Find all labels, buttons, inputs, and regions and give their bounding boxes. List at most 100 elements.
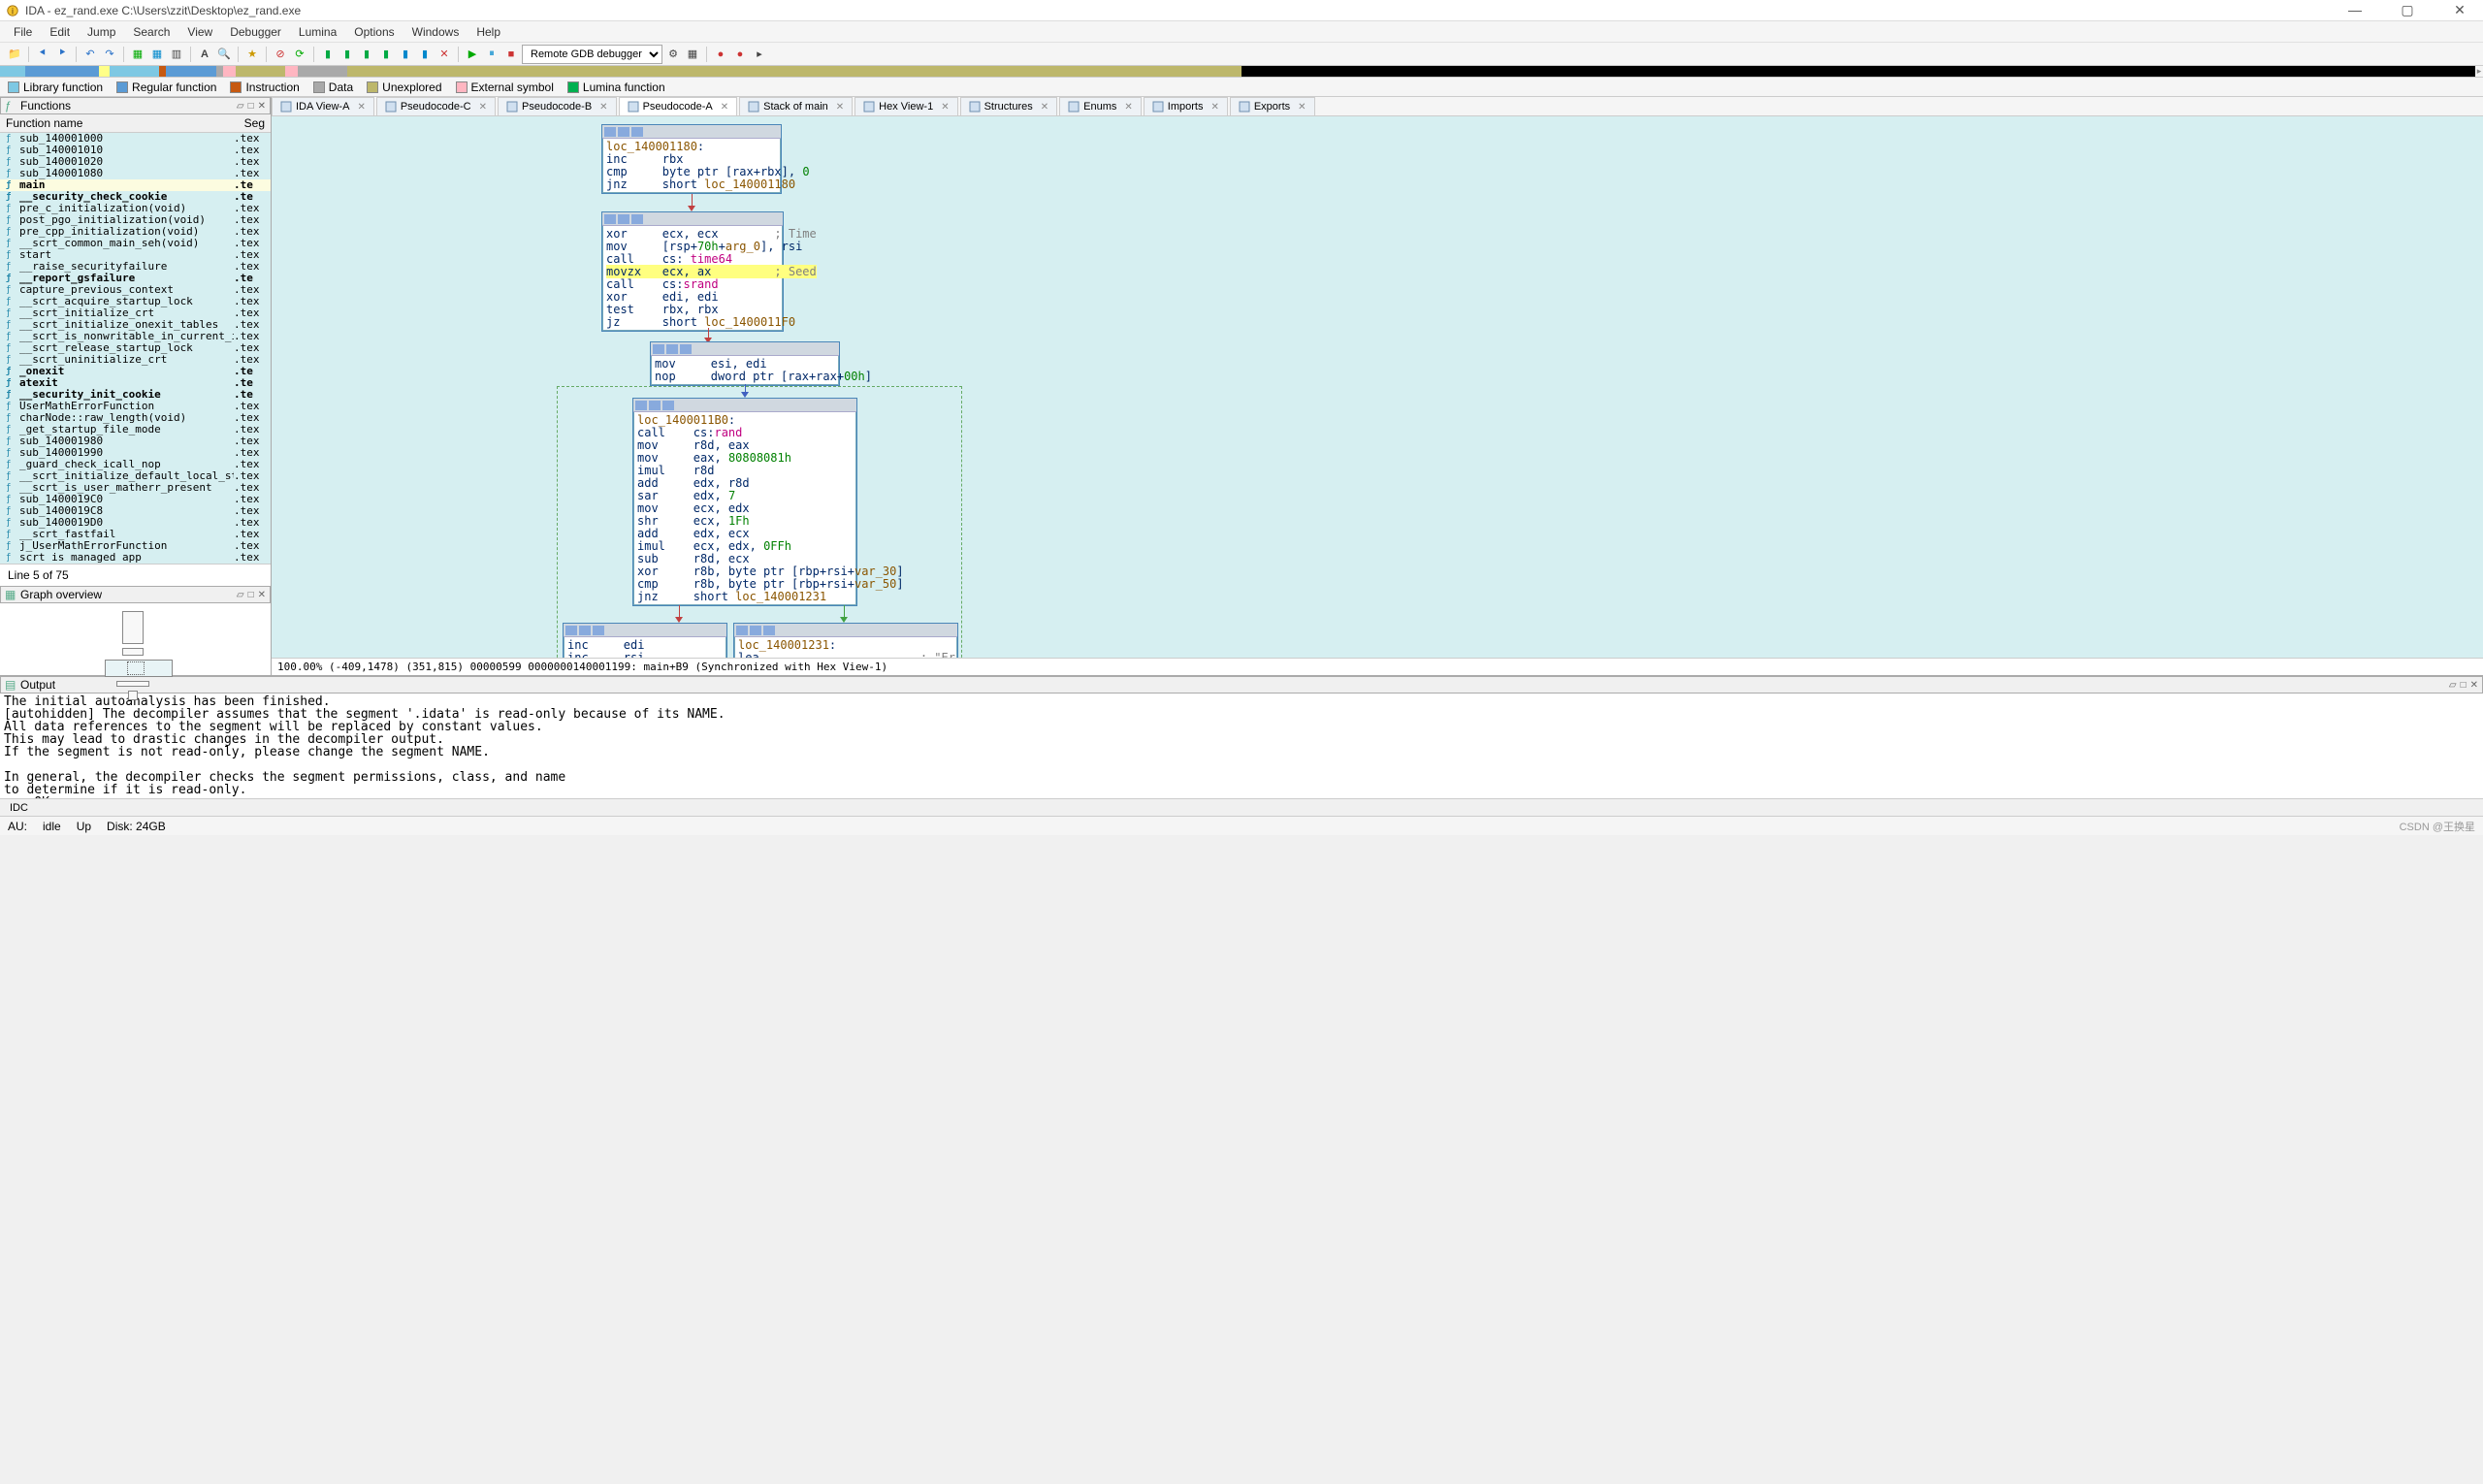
menu-edit[interactable]: Edit bbox=[42, 23, 78, 41]
lum1-icon[interactable]: ▮ bbox=[319, 46, 337, 63]
tab-close-icon[interactable]: ✕ bbox=[941, 102, 949, 113]
tool-a-icon[interactable]: ▦ bbox=[129, 46, 146, 63]
function-row[interactable]: ƒsub_140001000.tex bbox=[0, 133, 271, 145]
function-row[interactable]: ƒj_UserMathErrorFunction.tex bbox=[0, 540, 271, 552]
function-row[interactable]: ƒstart.tex bbox=[0, 249, 271, 261]
graph-node[interactable]: loc_140001180: inc rbx cmp byte ptr [rax… bbox=[601, 124, 782, 194]
out-restore-icon[interactable]: ▱ bbox=[2449, 680, 2457, 691]
function-row[interactable]: ƒsub_1400019C0.tex bbox=[0, 494, 271, 505]
function-row[interactable]: ƒ__scrt_uninitialize_crt.tex bbox=[0, 354, 271, 366]
col-seg[interactable]: Seg bbox=[244, 116, 265, 130]
debugger-select[interactable]: Remote GDB debugger bbox=[522, 45, 662, 64]
function-row[interactable]: ƒ_guard_check_icall_nop.tex bbox=[0, 459, 271, 470]
graph-node[interactable]: mov esi, edi nop dword ptr [rax+rax+00h] bbox=[650, 341, 840, 386]
menu-windows[interactable]: Windows bbox=[404, 23, 468, 41]
col-function-name[interactable]: Function name bbox=[6, 116, 244, 130]
lum2-icon[interactable]: ▮ bbox=[339, 46, 356, 63]
tab-pseudocode-c[interactable]: Pseudocode-C✕ bbox=[376, 97, 496, 115]
idc-tab[interactable]: IDC bbox=[0, 798, 2483, 816]
menu-view[interactable]: View bbox=[179, 23, 220, 41]
function-row[interactable]: ƒsub_140001080.tex bbox=[0, 168, 271, 179]
minimize-button[interactable]: — bbox=[2338, 2, 2372, 18]
functions-list[interactable]: ƒsub_140001000.texƒsub_140001010.texƒsub… bbox=[0, 133, 271, 564]
tab-close-icon[interactable]: ✕ bbox=[479, 102, 487, 113]
dbg1-icon[interactable]: ⚙ bbox=[664, 46, 682, 63]
lum6-icon[interactable]: ▮ bbox=[416, 46, 434, 63]
redo-icon[interactable]: ↷ bbox=[101, 46, 118, 63]
menu-options[interactable]: Options bbox=[346, 23, 402, 41]
function-row[interactable]: ƒcharNode::raw_length(void).tex bbox=[0, 412, 271, 424]
function-row[interactable]: ƒ__scrt_is_nonwritable_in_current_image.… bbox=[0, 331, 271, 342]
tab-close-icon[interactable]: ✕ bbox=[1124, 102, 1132, 113]
no-entry-icon[interactable]: ⊘ bbox=[272, 46, 289, 63]
function-row[interactable]: ƒ__security_check_cookie.te bbox=[0, 191, 271, 203]
tab-close-icon[interactable]: ✕ bbox=[1298, 102, 1306, 113]
tab-enums[interactable]: Enums✕ bbox=[1059, 97, 1142, 115]
bp2-icon[interactable]: ● bbox=[731, 46, 749, 63]
lum4-icon[interactable]: ▮ bbox=[377, 46, 395, 63]
bp3-icon[interactable]: ▸ bbox=[751, 46, 768, 63]
function-row[interactable]: ƒ__scrt_acquire_startup_lock.tex bbox=[0, 296, 271, 307]
maximize-button[interactable]: ▢ bbox=[2390, 2, 2425, 18]
menu-file[interactable]: File bbox=[6, 23, 40, 41]
text-icon[interactable]: A bbox=[196, 46, 213, 63]
function-row[interactable]: ƒsub_140001010.tex bbox=[0, 145, 271, 156]
function-row[interactable]: ƒ__scrt_is_user_matherr_present.tex bbox=[0, 482, 271, 494]
panel-max-icon[interactable]: □ bbox=[248, 101, 254, 112]
out-close-icon[interactable]: ✕ bbox=[2470, 680, 2478, 691]
function-row[interactable]: ƒcapture_previous_context.tex bbox=[0, 284, 271, 296]
ov-restore-icon[interactable]: ▱ bbox=[237, 590, 244, 600]
out-max-icon[interactable]: □ bbox=[2461, 680, 2467, 691]
function-row[interactable]: ƒsub_140001980.tex bbox=[0, 436, 271, 447]
output-text[interactable]: The initial autoanalysis has been finish… bbox=[0, 694, 2483, 798]
tab-close-icon[interactable]: ✕ bbox=[599, 102, 607, 113]
menu-jump[interactable]: Jump bbox=[80, 23, 123, 41]
function-row[interactable]: ƒ__raise_securityfailure.tex bbox=[0, 261, 271, 273]
lum5-icon[interactable]: ▮ bbox=[397, 46, 414, 63]
tab-close-icon[interactable]: ✕ bbox=[836, 102, 844, 113]
function-row[interactable]: ƒpost_pgo_initialization(void).tex bbox=[0, 214, 271, 226]
tool-b-icon[interactable]: ▦ bbox=[148, 46, 166, 63]
function-row[interactable]: ƒ_onexit.te bbox=[0, 366, 271, 377]
function-row[interactable]: ƒpre_cpp_initialization(void).tex bbox=[0, 226, 271, 238]
function-row[interactable]: ƒmain.te bbox=[0, 179, 271, 191]
menu-debugger[interactable]: Debugger bbox=[222, 23, 289, 41]
tab-pseudocode-b[interactable]: Pseudocode-B✕ bbox=[498, 97, 617, 115]
function-row[interactable]: ƒ__scrt_initialize_crt.tex bbox=[0, 307, 271, 319]
function-row[interactable]: ƒ__scrt_initialize_onexit_tables.tex bbox=[0, 319, 271, 331]
undo-icon[interactable]: ↶ bbox=[81, 46, 99, 63]
tab-hex-view-1[interactable]: Hex View-1✕ bbox=[855, 97, 957, 115]
function-row[interactable]: ƒsub_140001990.tex bbox=[0, 447, 271, 459]
function-row[interactable]: ƒscrt is managed app.tex bbox=[0, 552, 271, 564]
tab-structures[interactable]: Structures✕ bbox=[960, 97, 1058, 115]
tab-exports[interactable]: Exports✕ bbox=[1230, 97, 1315, 115]
function-row[interactable]: ƒsub_140001020.tex bbox=[0, 156, 271, 168]
function-row[interactable]: ƒ__scrt_common_main_seh(void).tex bbox=[0, 238, 271, 249]
back-icon[interactable]: ⯇ bbox=[34, 46, 51, 63]
function-row[interactable]: ƒUserMathErrorFunction.tex bbox=[0, 401, 271, 412]
function-row[interactable]: ƒ__scrt_initialize_default_local_stdio_o… bbox=[0, 470, 271, 482]
function-row[interactable]: ƒatexit.te bbox=[0, 377, 271, 389]
bp1-icon[interactable]: ● bbox=[712, 46, 729, 63]
function-row[interactable]: ƒ__report_gsfailure.te bbox=[0, 273, 271, 284]
lum3-icon[interactable]: ▮ bbox=[358, 46, 375, 63]
panel-restore-icon[interactable]: ▱ bbox=[237, 101, 244, 112]
star-icon[interactable]: ★ bbox=[243, 46, 261, 63]
lum-x-icon[interactable]: ✕ bbox=[435, 46, 453, 63]
refresh-icon[interactable]: ⟳ bbox=[291, 46, 308, 63]
tab-close-icon[interactable]: ✕ bbox=[1210, 102, 1218, 113]
panel-close-icon[interactable]: ✕ bbox=[258, 101, 266, 112]
tab-close-icon[interactable]: ✕ bbox=[357, 102, 365, 113]
tool-c-icon[interactable]: ▥ bbox=[168, 46, 185, 63]
navigator-strip[interactable]: ▸ bbox=[0, 66, 2483, 78]
menu-help[interactable]: Help bbox=[468, 23, 508, 41]
close-button[interactable]: ✕ bbox=[2442, 2, 2477, 18]
ov-max-icon[interactable]: □ bbox=[248, 590, 254, 600]
ov-close-icon[interactable]: ✕ bbox=[258, 590, 266, 600]
tab-pseudocode-a[interactable]: Pseudocode-A✕ bbox=[619, 97, 738, 115]
function-row[interactable]: ƒsub_1400019C8.tex bbox=[0, 505, 271, 517]
function-row[interactable]: ƒpre_c_initialization(void).tex bbox=[0, 203, 271, 214]
tab-close-icon[interactable]: ✕ bbox=[1041, 102, 1048, 113]
search-icon[interactable]: 🔍 bbox=[215, 46, 233, 63]
open-icon[interactable]: 📁 bbox=[6, 46, 23, 63]
